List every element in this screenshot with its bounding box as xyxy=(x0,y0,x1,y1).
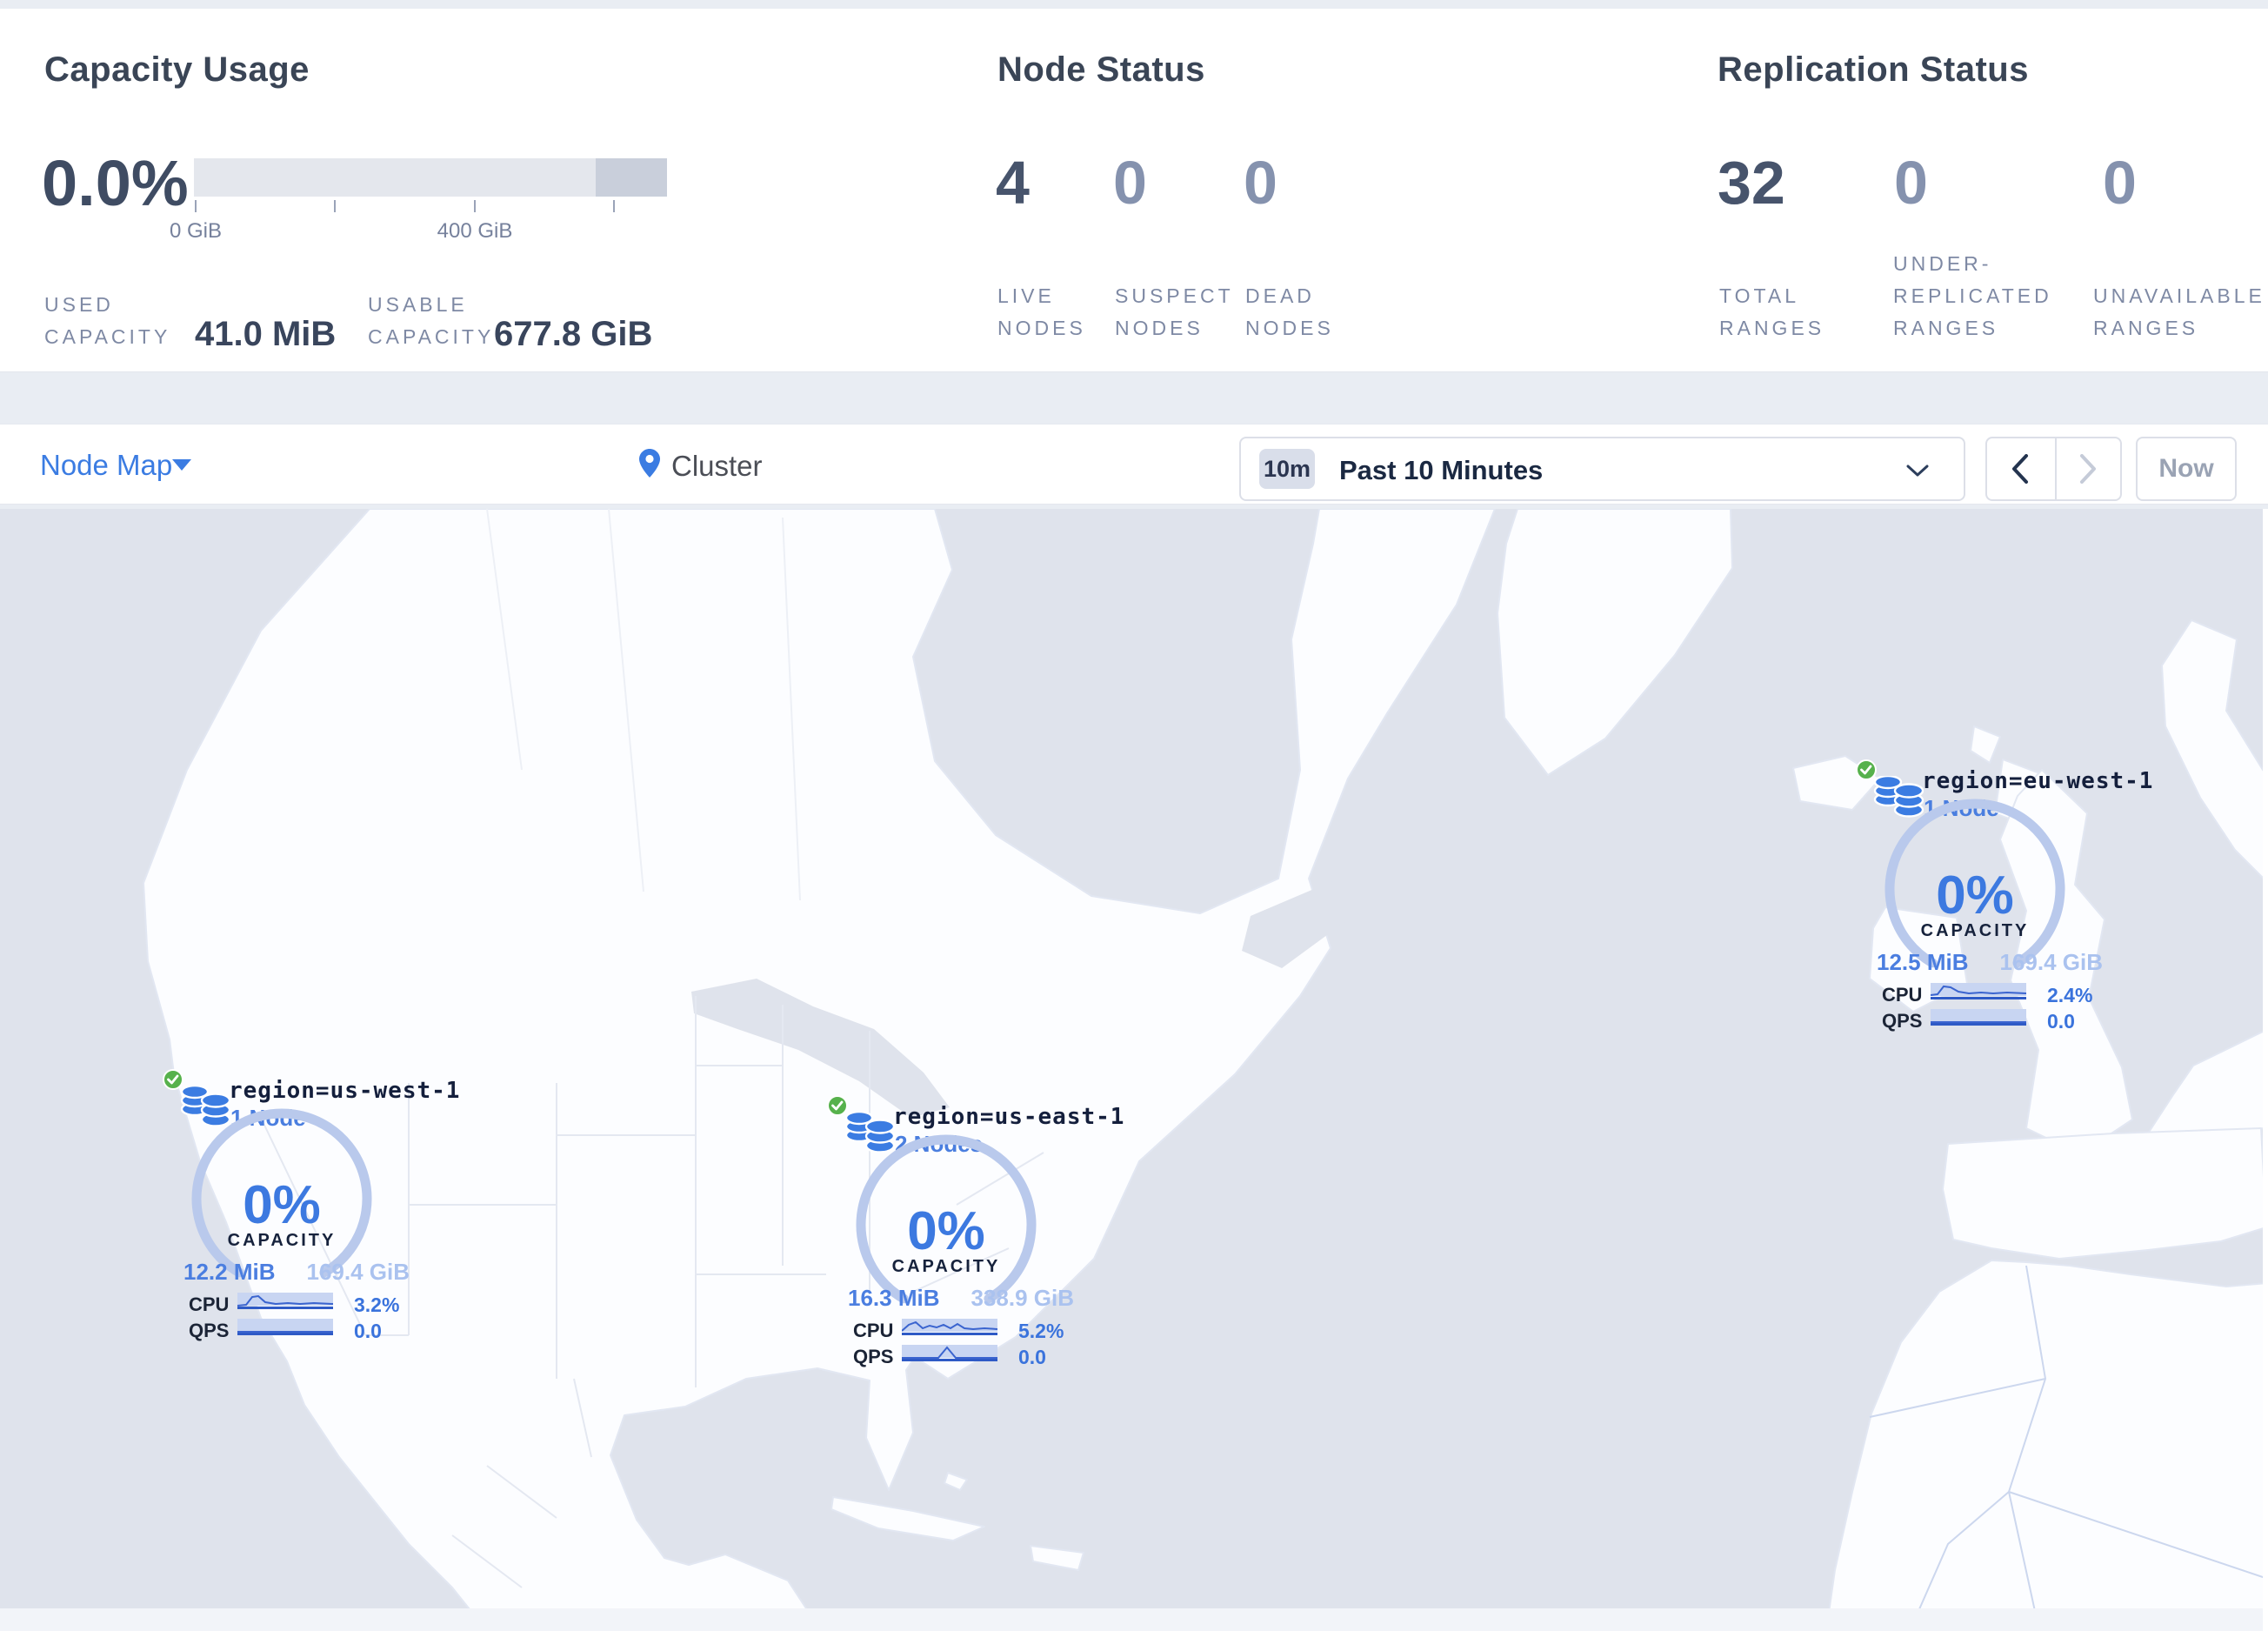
dead-nodes-label: DEAD NODES xyxy=(1245,284,1334,339)
capacity-gauge-label: CAPACITY xyxy=(227,1231,337,1250)
capacity-gauge-percent: 0% xyxy=(243,1175,321,1235)
capacity-total-value: 169.4 GiB xyxy=(1999,949,2103,975)
region-title: region=eu-west-1 xyxy=(1922,768,2154,794)
qps-sparkline xyxy=(902,1345,997,1361)
map-right-edge xyxy=(2263,509,2268,1631)
capacity-gauge-percent: 0% xyxy=(1936,866,2014,926)
under-replicated-ranges-count: 0 xyxy=(1894,149,1928,217)
usable-capacity-value: 677.8 GiB xyxy=(494,315,653,353)
axis-tick xyxy=(613,200,615,212)
cpu-sparkline xyxy=(1931,983,2026,999)
map-toolbar: Node Map Cluster 10m Past 10 Minutes Now xyxy=(0,424,2268,505)
live-nodes-count: 4 xyxy=(996,149,1030,217)
time-step-prev-button[interactable] xyxy=(1987,438,2055,499)
qps-value: 0.0 xyxy=(1018,1346,1046,1368)
breadcrumb[interactable]: Cluster xyxy=(639,442,830,485)
axis-tick xyxy=(195,200,197,212)
capacity-total-value: 338.9 GiB xyxy=(971,1285,1074,1311)
usable-capacity-label: USABLE CAPACITY xyxy=(368,293,495,348)
chevron-left-icon xyxy=(2012,454,2028,484)
node-status-panel: Node Status 4 0 0 LIVE NODES SUSPECT NOD… xyxy=(957,9,1678,371)
capacity-bar-reserved-segment xyxy=(596,158,667,197)
cpu-value: 5.2% xyxy=(1018,1320,1064,1342)
breadcrumb-label: Cluster xyxy=(671,450,763,482)
region-marker-eu-west-1[interactable]: region=eu-west-1 1 Node 0% CAPACITY 12.5… xyxy=(1856,759,2152,1038)
suspect-nodes-count: 0 xyxy=(1113,149,1147,217)
time-step-next-button[interactable] xyxy=(2057,438,2120,499)
axis-tick-label-400: 400 GiB xyxy=(437,219,513,243)
qps-sparkline xyxy=(1931,1009,2026,1026)
suspect-nodes-label: SUSPECT NODES xyxy=(1115,284,1234,339)
axis-tick-label-0: 0 GiB xyxy=(169,219,223,243)
cpu-value: 2.4% xyxy=(2047,984,2093,1006)
qps-value: 0.0 xyxy=(2047,1010,2075,1033)
now-button[interactable]: Now xyxy=(2136,437,2237,501)
chevron-down-icon xyxy=(172,459,191,471)
capacity-used-percent: 0.0% xyxy=(42,147,189,219)
capacity-used-value: 12.5 MiB xyxy=(1877,949,1969,975)
qps-value: 0.0 xyxy=(354,1320,382,1342)
map-bottom-strip xyxy=(0,1608,2268,1631)
qps-label: QPS xyxy=(1882,1010,1923,1032)
region-title: region=us-west-1 xyxy=(229,1078,461,1104)
cpu-value: 3.2% xyxy=(354,1293,400,1316)
node-status-title: Node Status xyxy=(997,50,1205,89)
capacity-bar xyxy=(194,158,667,197)
location-pin-icon xyxy=(639,449,660,478)
total-ranges-label: TOTAL RANGES xyxy=(1719,284,1825,339)
view-selector-dropdown[interactable]: Node Map xyxy=(40,444,214,485)
unavailable-ranges-label: UNAVAILABLE RANGES xyxy=(2093,284,2265,339)
time-range-label: Past 10 Minutes xyxy=(1339,455,1544,485)
capacity-used-value: 12.2 MiB xyxy=(183,1259,276,1285)
cpu-sparkline xyxy=(237,1293,333,1309)
region-marker-us-west-1[interactable]: region=us-west-1 1 Node 0% CAPACITY 12.2… xyxy=(163,1069,459,1347)
qps-sparkline xyxy=(237,1319,333,1335)
dead-nodes-count: 0 xyxy=(1244,149,1277,217)
capacity-total-value: 169.4 GiB xyxy=(306,1259,410,1285)
time-range-selector[interactable]: 10m Past 10 Minutes xyxy=(1239,437,1965,501)
region-marker-us-east-1[interactable]: region=us-east-1 2 Nodes 0% CAPACITY 16.… xyxy=(827,1095,1124,1374)
view-selector-label: Node Map xyxy=(40,449,173,481)
region-title: region=us-east-1 xyxy=(893,1104,1125,1130)
cpu-sparkline xyxy=(902,1319,997,1335)
qps-label: QPS xyxy=(189,1320,230,1341)
time-range-badge: 10m xyxy=(1259,449,1315,489)
capacity-gauge-label: CAPACITY xyxy=(891,1257,1001,1276)
under-replicated-ranges-label: UNDER- REPLICATED RANGES xyxy=(1893,252,2052,339)
capacity-gauge-percent: 0% xyxy=(907,1201,985,1261)
replication-status-title: Replication Status xyxy=(1718,50,2029,89)
replication-status-panel: Replication Status 32 0 0 TOTAL RANGES U… xyxy=(1678,9,2268,371)
used-capacity-label: USED CAPACITY xyxy=(44,293,171,348)
capacity-usage-title: Capacity Usage xyxy=(44,50,310,89)
cpu-label: CPU xyxy=(189,1293,230,1315)
capacity-used-value: 16.3 MiB xyxy=(848,1285,940,1311)
landmass-iberia xyxy=(1942,1127,2267,1260)
live-nodes-label: LIVE NODES xyxy=(997,284,1086,339)
time-step-buttons xyxy=(1985,437,2122,501)
chevron-down-icon xyxy=(1906,465,1929,477)
axis-tick xyxy=(474,200,476,212)
capacity-axis: 0 GiB 400 GiB xyxy=(170,200,667,252)
capacity-gauge-label: CAPACITY xyxy=(1920,921,2030,940)
axis-tick xyxy=(334,200,336,212)
unavailable-ranges-count: 0 xyxy=(2103,149,2137,217)
cpu-label: CPU xyxy=(853,1320,894,1341)
used-capacity-value: 41.0 MiB xyxy=(195,315,337,353)
cluster-summary-bar: Capacity Usage 0.0% 0 GiB 400 GiB USED C… xyxy=(0,9,2268,372)
qps-label: QPS xyxy=(853,1346,894,1367)
cpu-label: CPU xyxy=(1882,984,1923,1006)
total-ranges-count: 32 xyxy=(1718,149,1785,217)
capacity-usage-panel: Capacity Usage 0.0% 0 GiB 400 GiB USED C… xyxy=(0,9,957,371)
chevron-right-icon xyxy=(2080,454,2096,484)
